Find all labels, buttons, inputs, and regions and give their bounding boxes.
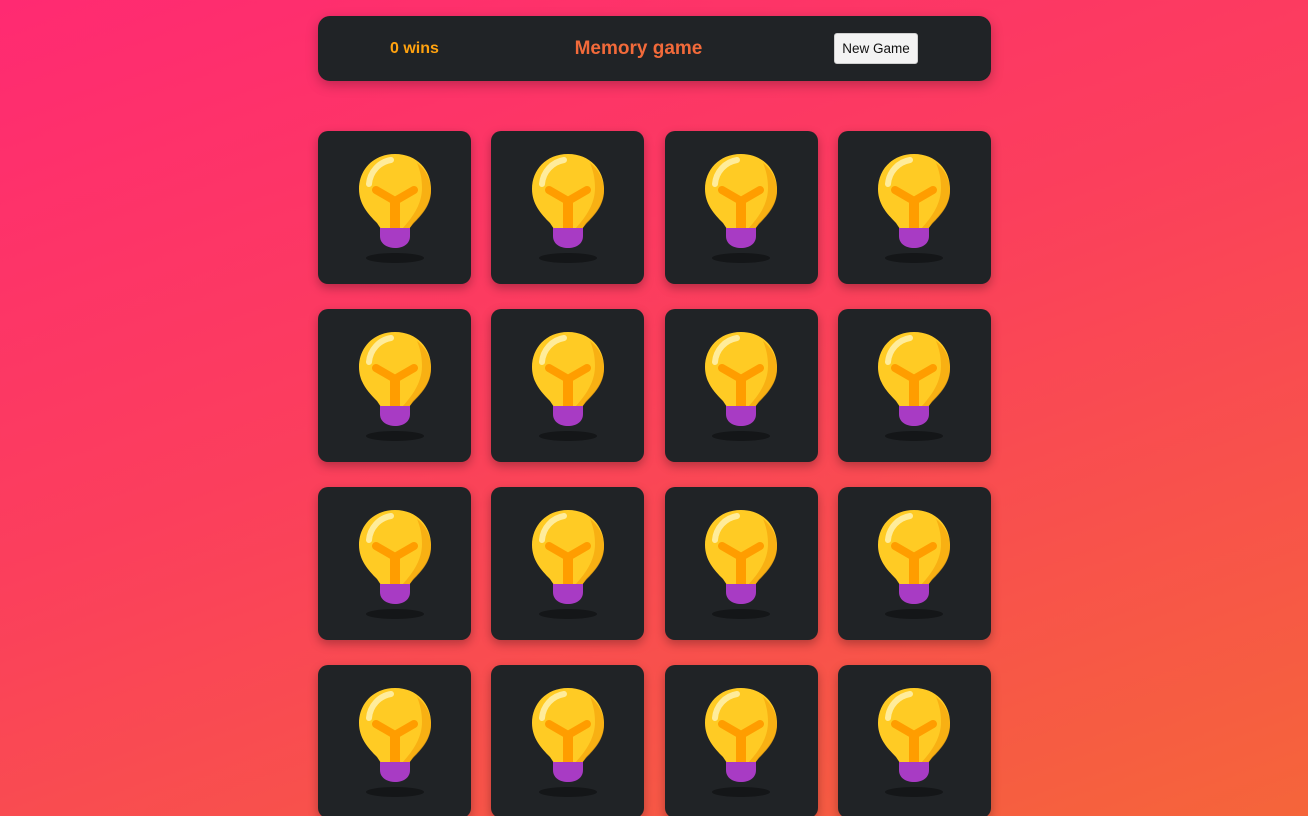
lightbulb-icon <box>528 326 608 446</box>
memory-card[interactable] <box>664 309 818 462</box>
lightbulb-icon <box>355 326 435 446</box>
lightbulb-icon <box>355 504 435 624</box>
memory-card[interactable] <box>837 309 991 462</box>
memory-card[interactable] <box>491 665 645 816</box>
lightbulb-icon <box>528 504 608 624</box>
memory-card[interactable] <box>491 309 645 462</box>
memory-card[interactable] <box>491 487 645 640</box>
lightbulb-icon <box>874 326 954 446</box>
game-header: 0 wins Memory game New Game <box>318 16 991 81</box>
lightbulb-icon <box>528 682 608 802</box>
lightbulb-icon <box>528 148 608 268</box>
lightbulb-icon <box>874 682 954 802</box>
lightbulb-icon <box>701 148 781 268</box>
memory-card[interactable] <box>837 131 991 284</box>
memory-card[interactable] <box>318 665 471 816</box>
lightbulb-icon <box>355 682 435 802</box>
lightbulb-icon <box>701 504 781 624</box>
memory-card[interactable] <box>318 487 471 640</box>
lightbulb-icon <box>355 148 435 268</box>
memory-card[interactable] <box>664 487 818 640</box>
memory-card[interactable] <box>318 131 471 284</box>
lightbulb-icon <box>701 682 781 802</box>
lightbulb-icon <box>874 504 954 624</box>
memory-card[interactable] <box>664 665 818 816</box>
lightbulb-icon <box>874 148 954 268</box>
new-game-button[interactable]: New Game <box>834 33 918 64</box>
memory-card[interactable] <box>837 665 991 816</box>
memory-card[interactable] <box>837 487 991 640</box>
lightbulb-icon <box>701 326 781 446</box>
memory-card[interactable] <box>664 131 818 284</box>
card-grid <box>318 131 991 816</box>
memory-card[interactable] <box>491 131 645 284</box>
memory-card[interactable] <box>318 309 471 462</box>
